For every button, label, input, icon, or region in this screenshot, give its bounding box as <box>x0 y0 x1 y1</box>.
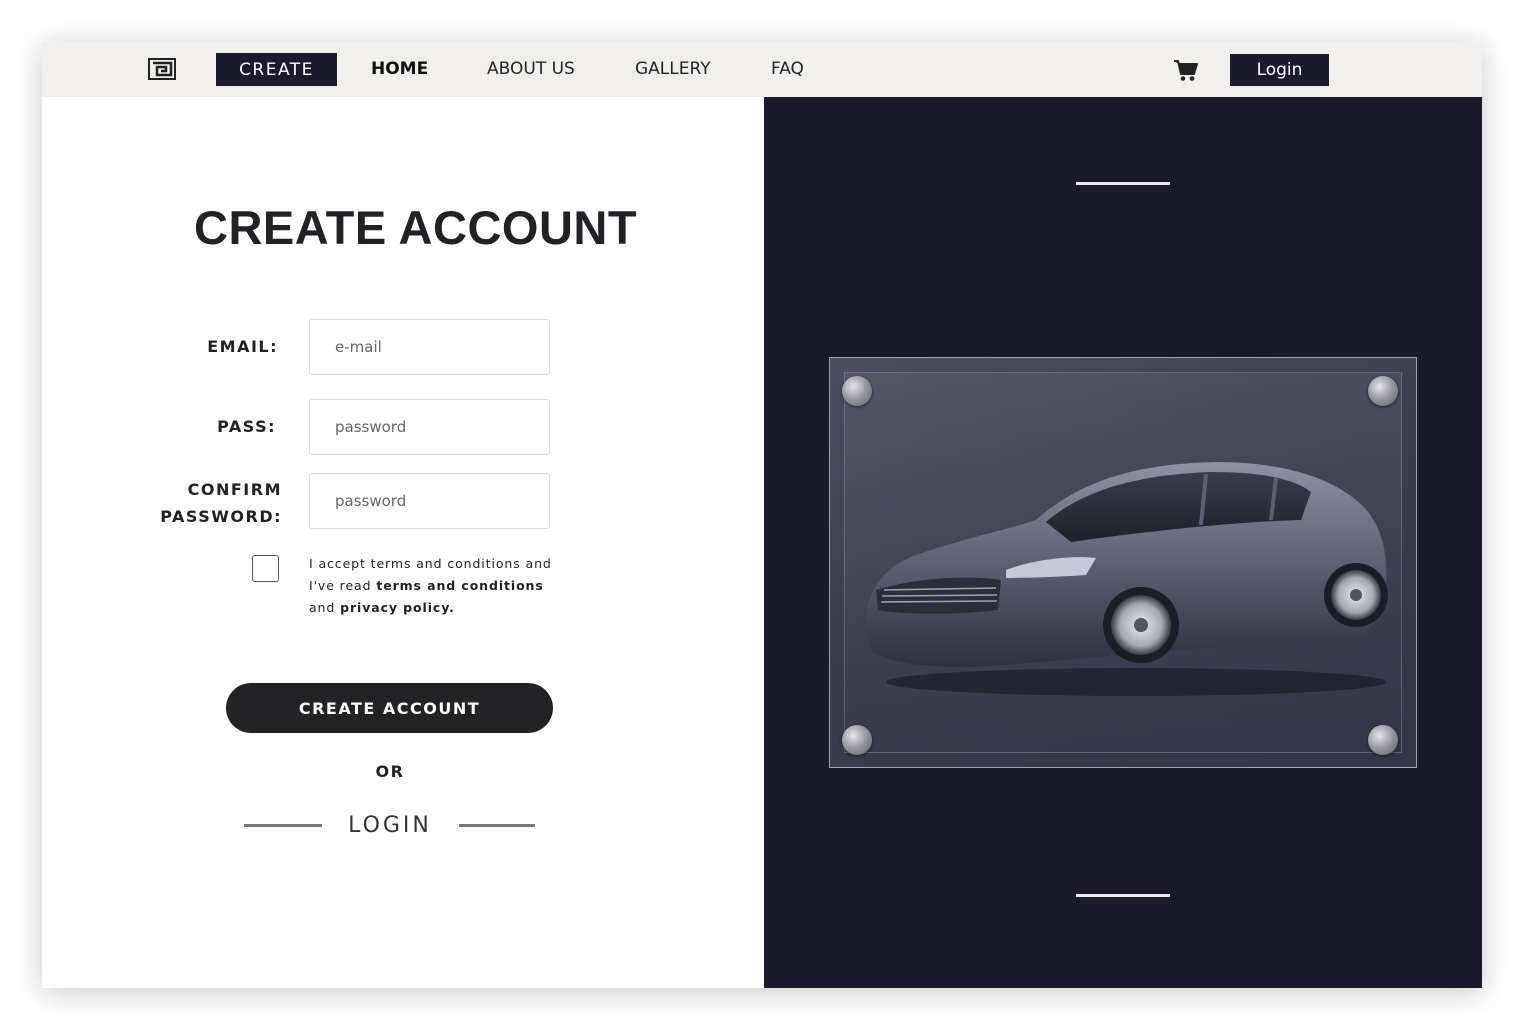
nav-faq-link[interactable]: FAQ <box>771 59 804 79</box>
maze-logo-icon[interactable] <box>148 58 176 80</box>
cart-icon[interactable] <box>1173 58 1199 82</box>
nav-create-button[interactable]: CREATE <box>216 53 337 86</box>
top-decor-line <box>1076 182 1170 185</box>
create-account-button[interactable]: CREATE ACCOUNT <box>226 683 553 733</box>
hero-panel <box>764 97 1482 988</box>
bottom-decor-line <box>1076 894 1170 897</box>
page-title: CREATE ACCOUNT <box>194 201 638 254</box>
email-label: EMAIL: <box>207 337 278 356</box>
page-frame: CREATE HOME ABOUT US GALLERY FAQ Login C… <box>42 42 1482 988</box>
signup-panel: CREATE ACCOUNT EMAIL: PASS: CONFIRM PASS… <box>42 97 764 988</box>
terms-text: I accept terms and conditions and I've r… <box>309 553 569 619</box>
password-field[interactable] <box>309 399 550 455</box>
confirm-password-field[interactable] <box>309 473 550 529</box>
screw-top-right <box>1368 376 1398 406</box>
or-separator: OR <box>375 762 405 781</box>
terms-link[interactable]: terms and conditions <box>376 578 543 593</box>
login-link[interactable]: LOGIN <box>340 813 440 838</box>
login-divider-right <box>459 824 535 827</box>
email-field[interactable] <box>309 319 550 375</box>
nav-about-link[interactable]: ABOUT US <box>487 59 575 79</box>
login-divider-left <box>244 824 322 827</box>
nav-home-link[interactable]: HOME <box>371 59 428 79</box>
screw-bottom-right <box>1368 725 1398 755</box>
confirm-password-label: CONFIRM PASSWORD: <box>152 476 282 530</box>
car-photo <box>829 357 1417 768</box>
terms-text-part2: and <box>309 600 341 615</box>
confirm-label-line2: PASSWORD: <box>160 507 282 526</box>
terms-checkbox[interactable] <box>252 555 279 582</box>
car-illustration <box>865 462 1388 696</box>
top-nav: CREATE HOME ABOUT US GALLERY FAQ Login <box>42 42 1482 97</box>
nav-login-button[interactable]: Login <box>1230 54 1329 86</box>
screw-top-left <box>842 376 872 406</box>
nav-gallery-link[interactable]: GALLERY <box>635 59 711 79</box>
confirm-label-line1: CONFIRM <box>187 480 282 499</box>
pass-label: PASS: <box>217 417 276 436</box>
privacy-policy-link[interactable]: privacy policy. <box>340 600 455 615</box>
screw-bottom-left <box>842 725 872 755</box>
